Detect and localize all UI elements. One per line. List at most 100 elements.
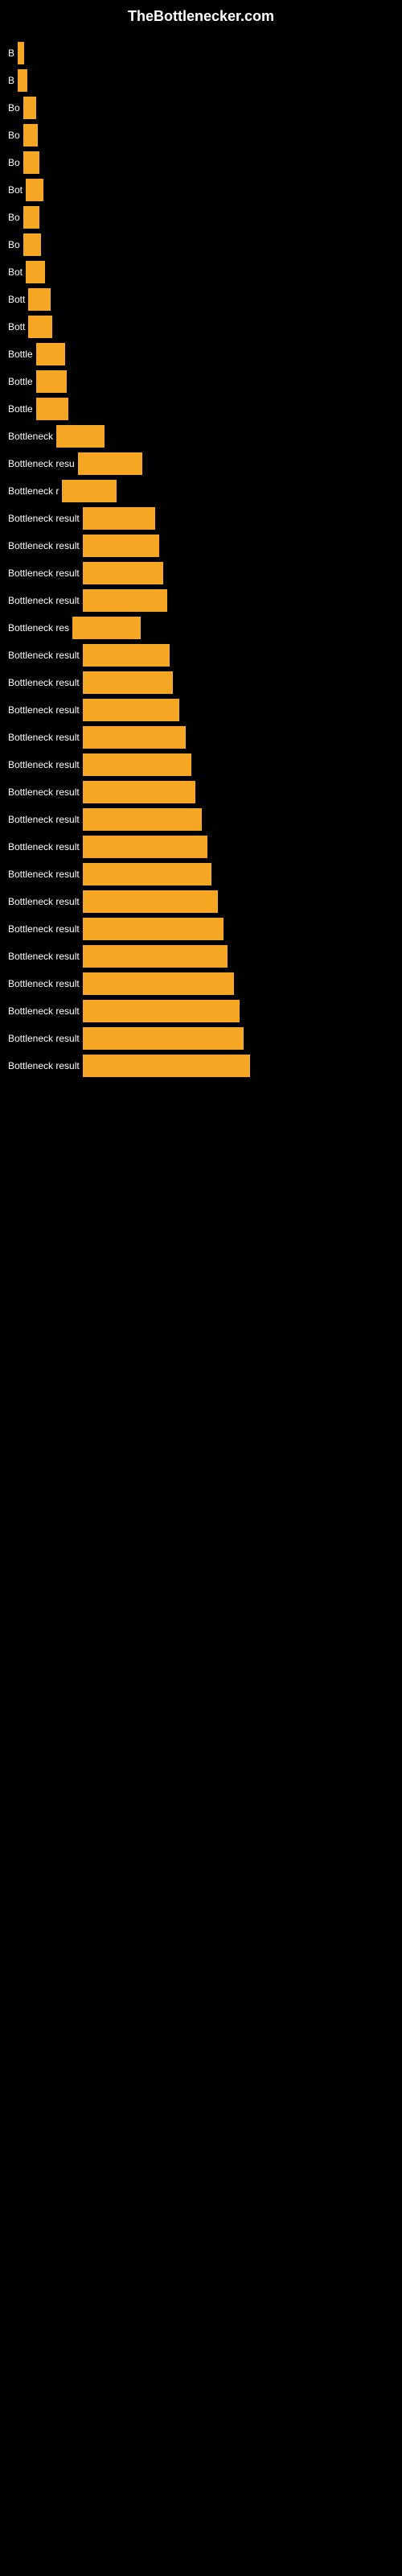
bar-item: Bottleneck result (0, 589, 402, 612)
bar-item: Bott (0, 288, 402, 311)
bar-item: Bottleneck res (0, 617, 402, 639)
bar-label: Bottleneck result (8, 1033, 80, 1044)
bar-fill (28, 288, 51, 311)
bar-fill (23, 206, 39, 229)
bar-item: Bo (0, 97, 402, 119)
bar-label: Bottleneck result (8, 1005, 80, 1017)
bar-item: Bottleneck resu (0, 452, 402, 475)
bar-label: Bottleneck result (8, 650, 80, 661)
bar-fill (28, 316, 52, 338)
bar-label: Bottleneck result (8, 841, 80, 852)
bar-fill (83, 726, 186, 749)
bar-label: Bottleneck result (8, 540, 80, 551)
bar-fill (83, 589, 167, 612)
bar-item: Bottleneck result (0, 918, 402, 940)
bar-fill (72, 617, 141, 639)
bar-item: Bo (0, 151, 402, 174)
bar-label: Bo (8, 130, 20, 141)
bar-fill (83, 918, 224, 940)
bar-fill (83, 863, 211, 886)
bar-item: Bottleneck result (0, 1055, 402, 1077)
bar-item: B (0, 42, 402, 64)
bar-label: Bot (8, 266, 23, 278)
bar-label: Bottle (8, 349, 33, 360)
bar-label: Bottleneck (8, 431, 53, 442)
bar-item: Bottleneck result (0, 699, 402, 721)
bar-label: Bottleneck resu (8, 458, 75, 469)
bar-item: Bottleneck result (0, 890, 402, 913)
bar-item: Bottleneck result (0, 863, 402, 886)
bar-label: Bo (8, 212, 20, 223)
bar-label: Bottleneck result (8, 869, 80, 880)
bar-fill (83, 644, 170, 667)
bar-item: Bottleneck result (0, 836, 402, 858)
bar-label: Bottleneck result (8, 786, 80, 798)
bar-item: Bot (0, 261, 402, 283)
bar-label: Bott (8, 321, 25, 332)
bar-fill (83, 945, 228, 968)
bar-label: B (8, 75, 14, 86)
bar-fill (83, 507, 155, 530)
bar-item: Bo (0, 233, 402, 256)
bar-fill (83, 781, 195, 803)
bar-label: Bottleneck result (8, 759, 80, 770)
bar-fill (83, 699, 179, 721)
bar-fill (83, 1027, 244, 1050)
bar-item: Bottleneck result (0, 1027, 402, 1050)
bar-fill (26, 179, 43, 201)
bar-label: Bottleneck res (8, 622, 69, 634)
bar-label: Bottle (8, 403, 33, 415)
bar-label: Bottleneck result (8, 568, 80, 579)
bar-item: Bo (0, 124, 402, 147)
bar-label: Bottleneck result (8, 677, 80, 688)
chart-area: B B Bo Bo Bo Bot Bo Bo Bot Bott Bott Bottle Bottle Bo… (0, 29, 402, 1090)
bar-label: B (8, 47, 14, 59)
bar-item: Bottleneck result (0, 808, 402, 831)
bar-fill (62, 480, 117, 502)
bar-fill (56, 425, 105, 448)
bar-label: Bott (8, 294, 25, 305)
bar-fill (23, 233, 41, 256)
bar-fill (18, 69, 27, 92)
bar-label: Bottleneck result (8, 951, 80, 962)
bar-fill (36, 398, 68, 420)
bar-label: Bottleneck result (8, 814, 80, 825)
bar-fill (83, 972, 234, 995)
bar-label: Bottleneck result (8, 513, 80, 524)
bar-label: Bottleneck result (8, 732, 80, 743)
bar-item: Bottle (0, 343, 402, 365)
site-title: TheBottlenecker.com (0, 0, 402, 29)
bar-fill (83, 890, 218, 913)
bar-item: Bottle (0, 398, 402, 420)
bar-fill (83, 535, 159, 557)
bar-fill (83, 808, 202, 831)
bar-item: Bottleneck result (0, 535, 402, 557)
bar-fill (83, 1055, 250, 1077)
bar-label: Bot (8, 184, 23, 196)
bar-fill (83, 1000, 240, 1022)
bar-item: Bottleneck r (0, 480, 402, 502)
bar-label: Bo (8, 157, 20, 168)
bar-item: Bottleneck result (0, 562, 402, 584)
bar-item: Bottleneck (0, 425, 402, 448)
bar-fill (83, 836, 207, 858)
bar-fill (36, 343, 65, 365)
bar-label: Bottleneck result (8, 1060, 80, 1071)
bar-item: Bo (0, 206, 402, 229)
bar-label: Bottleneck result (8, 923, 80, 935)
bar-item: Bottleneck result (0, 507, 402, 530)
bar-label: Bottle (8, 376, 33, 387)
bar-fill (23, 151, 39, 174)
bar-fill (26, 261, 45, 283)
bar-label: Bo (8, 102, 20, 114)
bar-label: Bottleneck r (8, 485, 59, 497)
bar-label: Bottleneck result (8, 978, 80, 989)
bar-label: Bottleneck result (8, 704, 80, 716)
site-title-wrapper: TheBottlenecker.com (0, 0, 402, 29)
bar-item: Bott (0, 316, 402, 338)
bar-item: Bottleneck result (0, 671, 402, 694)
bar-fill (18, 42, 24, 64)
bar-label: Bottleneck result (8, 896, 80, 907)
bar-fill (83, 671, 173, 694)
bar-item: Bottleneck result (0, 644, 402, 667)
